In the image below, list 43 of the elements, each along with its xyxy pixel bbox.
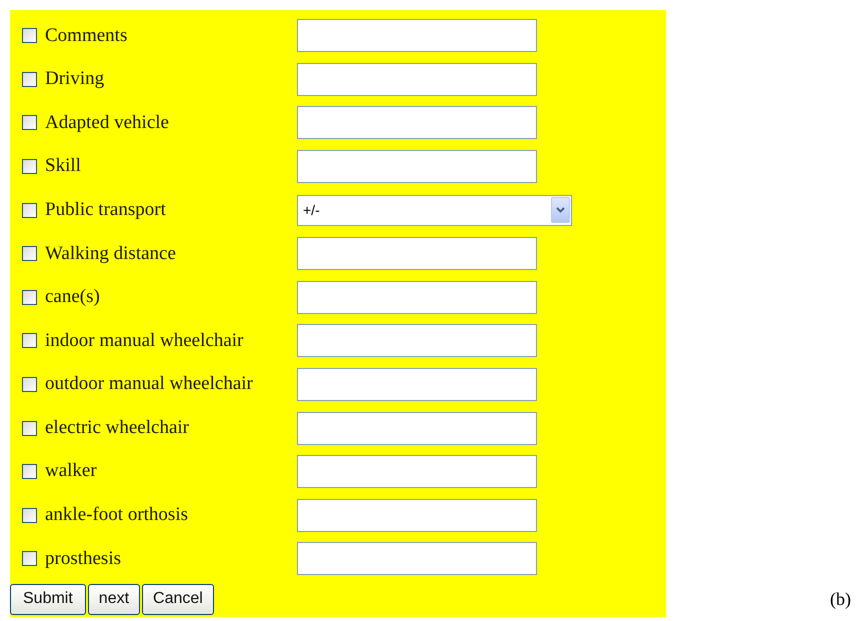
field-label: Adapted vehicle — [45, 110, 170, 135]
checkbox[interactable] — [22, 159, 37, 174]
text-field[interactable] — [297, 542, 537, 576]
form-button[interactable]: Cancel — [142, 584, 214, 615]
checkbox[interactable] — [22, 246, 37, 262]
field-label: ankle-foot orthosis — [45, 503, 190, 528]
field-label: Public transport — [45, 198, 167, 222]
checkbox[interactable] — [22, 28, 37, 44]
dropdown[interactable]: +/- — [297, 194, 572, 226]
field-label: Walking distance — [45, 242, 177, 266]
text-field[interactable] — [297, 412, 537, 445]
checkbox[interactable] — [22, 464, 37, 480]
checkbox[interactable] — [22, 115, 37, 130]
text-field[interactable] — [297, 62, 537, 96]
text-field[interactable] — [297, 368, 537, 402]
checkbox[interactable] — [22, 72, 37, 87]
field-label: Comments — [45, 24, 128, 48]
field-label: cane(s) — [45, 285, 101, 310]
text-field[interactable] — [297, 498, 537, 532]
field-label: electric wheelchair — [45, 416, 190, 440]
text-field[interactable] — [297, 324, 537, 358]
field-label: Skill — [45, 154, 82, 178]
checkbox[interactable] — [22, 551, 37, 566]
checkbox[interactable] — [22, 202, 37, 218]
form-button[interactable]: Submit — [10, 584, 86, 615]
text-field[interactable] — [297, 237, 537, 270]
checkbox[interactable] — [22, 333, 37, 348]
text-field[interactable] — [297, 280, 537, 314]
field-label: indoor manual wheelchair — [45, 328, 244, 353]
field-label: prosthesis — [45, 546, 122, 571]
text-field[interactable] — [297, 106, 537, 140]
text-field[interactable] — [297, 150, 537, 184]
text-field[interactable] — [297, 19, 537, 52]
figure-caption: (b) — [830, 588, 851, 611]
checkbox[interactable] — [22, 508, 37, 523]
form-button[interactable]: next — [88, 584, 140, 615]
text-field[interactable] — [297, 455, 537, 488]
checkbox[interactable] — [22, 377, 37, 392]
checkbox[interactable] — [22, 290, 37, 305]
field-label: walker — [45, 459, 98, 484]
field-label: outdoor manual wheelchair — [45, 372, 254, 396]
field-label: Driving — [45, 67, 106, 92]
checkbox[interactable] — [22, 420, 37, 436]
